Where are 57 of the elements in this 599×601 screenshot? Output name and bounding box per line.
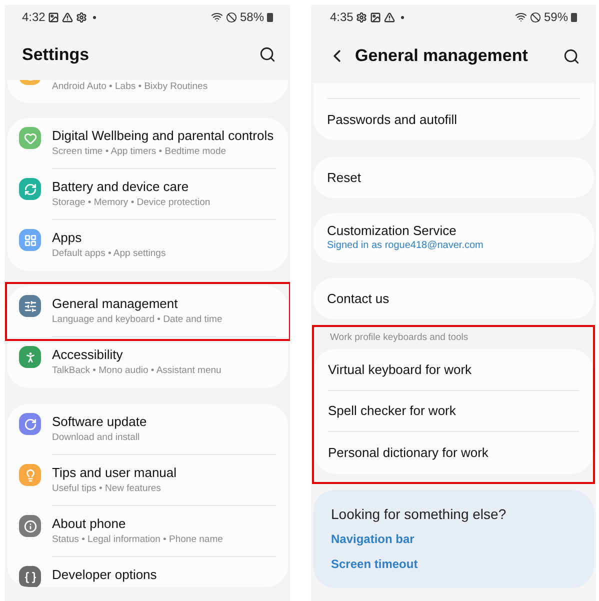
setting-title[interactable]: Apps [52, 230, 276, 246]
search-icon[interactable] [259, 46, 276, 63]
warning-icon [62, 12, 74, 22]
setting-subtitle: TalkBack • Mono audio • Assistant menu [52, 364, 222, 378]
setting-subtitle: Default apps • App settings [52, 247, 167, 261]
search-icon[interactable] [563, 48, 580, 64]
battery-percent: 59% [544, 9, 568, 26]
gear-icon [356, 12, 368, 22]
setting-title[interactable]: General management [52, 296, 276, 312]
setting-title[interactable]: Accessibility [52, 347, 276, 363]
setting-title[interactable]: Customization Service [327, 223, 580, 239]
block-icon [530, 12, 541, 22]
battery-percent: 58% [240, 9, 264, 26]
section-heading: Work profile keyboards and tools [329, 330, 470, 345]
setting-row[interactable]: Digital Wellbeing and parental controls Screen time • App timers • Bedtime mode [7, 118, 288, 169]
setting-row[interactable]: General management Language and keyboard • Date and time [7, 286, 288, 337]
setting-title[interactable]: About phone [52, 516, 276, 532]
setting-subtitle: Android Auto • Labs • Bixby Routines [52, 80, 208, 94]
setting-title[interactable]: Battery and device care [52, 179, 276, 195]
setting-title[interactable]: Virtual keyboard for work [328, 362, 579, 378]
setting-subtitle: Download and install [52, 431, 141, 445]
warning-icon [384, 12, 396, 22]
battery-icon [571, 12, 577, 22]
setting-subtitle: Screen time • App timers • Bedtime mode [52, 145, 228, 159]
setting-title[interactable]: Personal dictionary for work [328, 444, 579, 460]
setting-title[interactable]: Reset [327, 170, 580, 186]
setting-row[interactable]: Developer options [7, 557, 288, 587]
gear-icon [76, 12, 88, 22]
image-icon [370, 12, 382, 22]
block-icon [226, 12, 237, 22]
battery-icon [267, 12, 273, 22]
suggestion-link[interactable]: Navigation bar [331, 531, 576, 548]
setting-subtitle: Storage • Memory • Device protection [52, 196, 212, 210]
status-time: 4:32 [22, 9, 46, 26]
setting-row[interactable]: Battery and device care Storage • Memory • Device protection [7, 169, 288, 220]
setting-title[interactable]: Developer options [52, 567, 276, 583]
setting-subtitle: Useful tips • New features [52, 482, 162, 496]
setting-row[interactable]: Accessibility TalkBack • Mono audio • Assistant menu [7, 337, 288, 388]
page-title: Settings [21, 44, 90, 66]
suggestion-title: Looking for something else? [331, 505, 508, 523]
setting-subtitle: Language and keyboard • Date and time [52, 313, 224, 327]
setting-title[interactable]: Software update [52, 414, 276, 430]
setting-title[interactable]: Contact us [327, 290, 580, 306]
page-title: General management [355, 45, 528, 68]
setting-subtitle: Status • Legal information • Phone name [52, 533, 224, 547]
setting-title[interactable]: Tips and user manual [52, 465, 276, 481]
status-time: 4:35 [330, 9, 354, 26]
image-icon [48, 12, 60, 22]
setting-title[interactable]: Digital Wellbeing and parental controls [52, 128, 276, 144]
setting-row[interactable]: About phone Status • Legal information • Phone name [7, 506, 288, 557]
suggestion-link[interactable]: Screen timeout [331, 556, 576, 573]
setting-row[interactable]: Software update Download and install [7, 404, 288, 455]
setting-row[interactable]: Tips and user manual Useful tips • New features [7, 455, 288, 506]
setting-title[interactable]: Spell checker for work [328, 403, 579, 419]
setting-row[interactable]: Apps Default apps • App settings [7, 220, 288, 271]
account-subtitle: Signed in as rogue418@naver.com [327, 239, 484, 253]
setting-title[interactable]: Passwords and autofill [327, 112, 580, 128]
